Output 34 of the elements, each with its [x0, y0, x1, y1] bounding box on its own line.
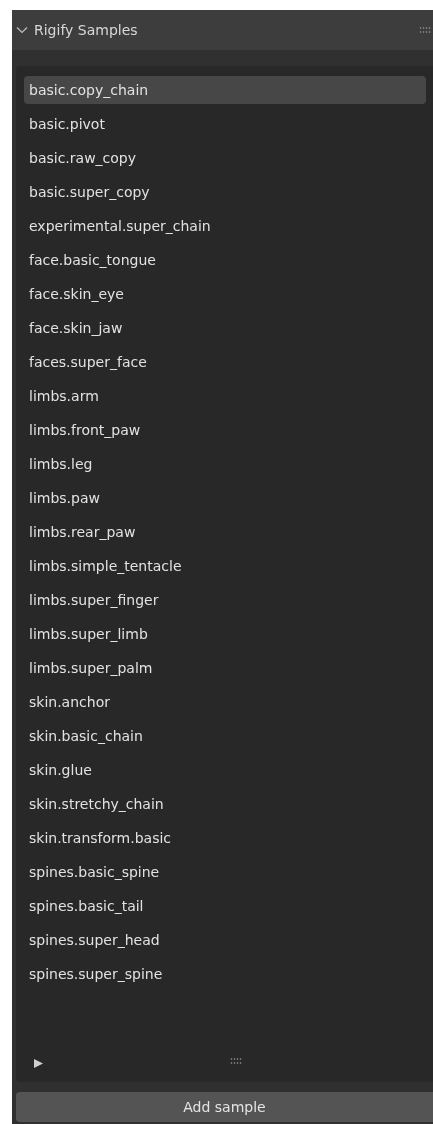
sample-item[interactable]: spines.basic_spine	[24, 858, 426, 886]
sample-item[interactable]: skin.transform.basic	[24, 824, 426, 852]
sample-item[interactable]: face.skin_jaw	[24, 314, 426, 342]
sample-item[interactable]: skin.anchor	[24, 688, 426, 716]
sample-item[interactable]: face.basic_tongue	[24, 246, 426, 274]
chevron-icon[interactable]	[16, 26, 28, 34]
panel-header[interactable]: Rigify Samples	[12, 10, 433, 50]
add-sample-button[interactable]: Add sample	[16, 1092, 433, 1122]
sample-item[interactable]: limbs.arm	[24, 382, 426, 410]
sample-item[interactable]: skin.basic_chain	[24, 722, 426, 750]
sample-item[interactable]: limbs.front_paw	[24, 416, 426, 444]
sample-item[interactable]: limbs.super_limb	[24, 620, 426, 648]
sample-item[interactable]: basic.copy_chain	[24, 76, 426, 104]
sample-item[interactable]: skin.stretchy_chain	[24, 790, 426, 818]
sample-item[interactable]: basic.pivot	[24, 110, 426, 138]
sample-item[interactable]: experimental.super_chain	[24, 212, 426, 240]
sample-item[interactable]: face.skin_eye	[24, 280, 426, 308]
sample-item[interactable]: spines.basic_tail	[24, 892, 426, 920]
sample-item[interactable]: limbs.paw	[24, 484, 426, 512]
sample-item[interactable]: limbs.leg	[24, 450, 426, 478]
sample-item[interactable]: basic.super_copy	[24, 178, 426, 206]
drag-handle-icon[interactable]	[419, 27, 431, 33]
expand-triangle-icon[interactable]	[34, 1058, 43, 1068]
sample-item[interactable]: limbs.super_palm	[24, 654, 426, 682]
panel-title: Rigify Samples	[34, 22, 139, 38]
sample-item[interactable]: faces.super_face	[24, 348, 426, 376]
resize-handle-icon[interactable]	[230, 1058, 242, 1064]
sample-item[interactable]: spines.super_spine	[24, 960, 426, 988]
sample-item[interactable]: spines.super_head	[24, 926, 426, 954]
sample-item[interactable]: limbs.rear_paw	[24, 518, 426, 546]
sample-item[interactable]: basic.raw_copy	[24, 144, 426, 172]
sample-item[interactable]: skin.glue	[24, 756, 426, 784]
sample-item[interactable]: limbs.simple_tentacle	[24, 552, 426, 580]
sample-item[interactable]: limbs.super_finger	[24, 586, 426, 614]
